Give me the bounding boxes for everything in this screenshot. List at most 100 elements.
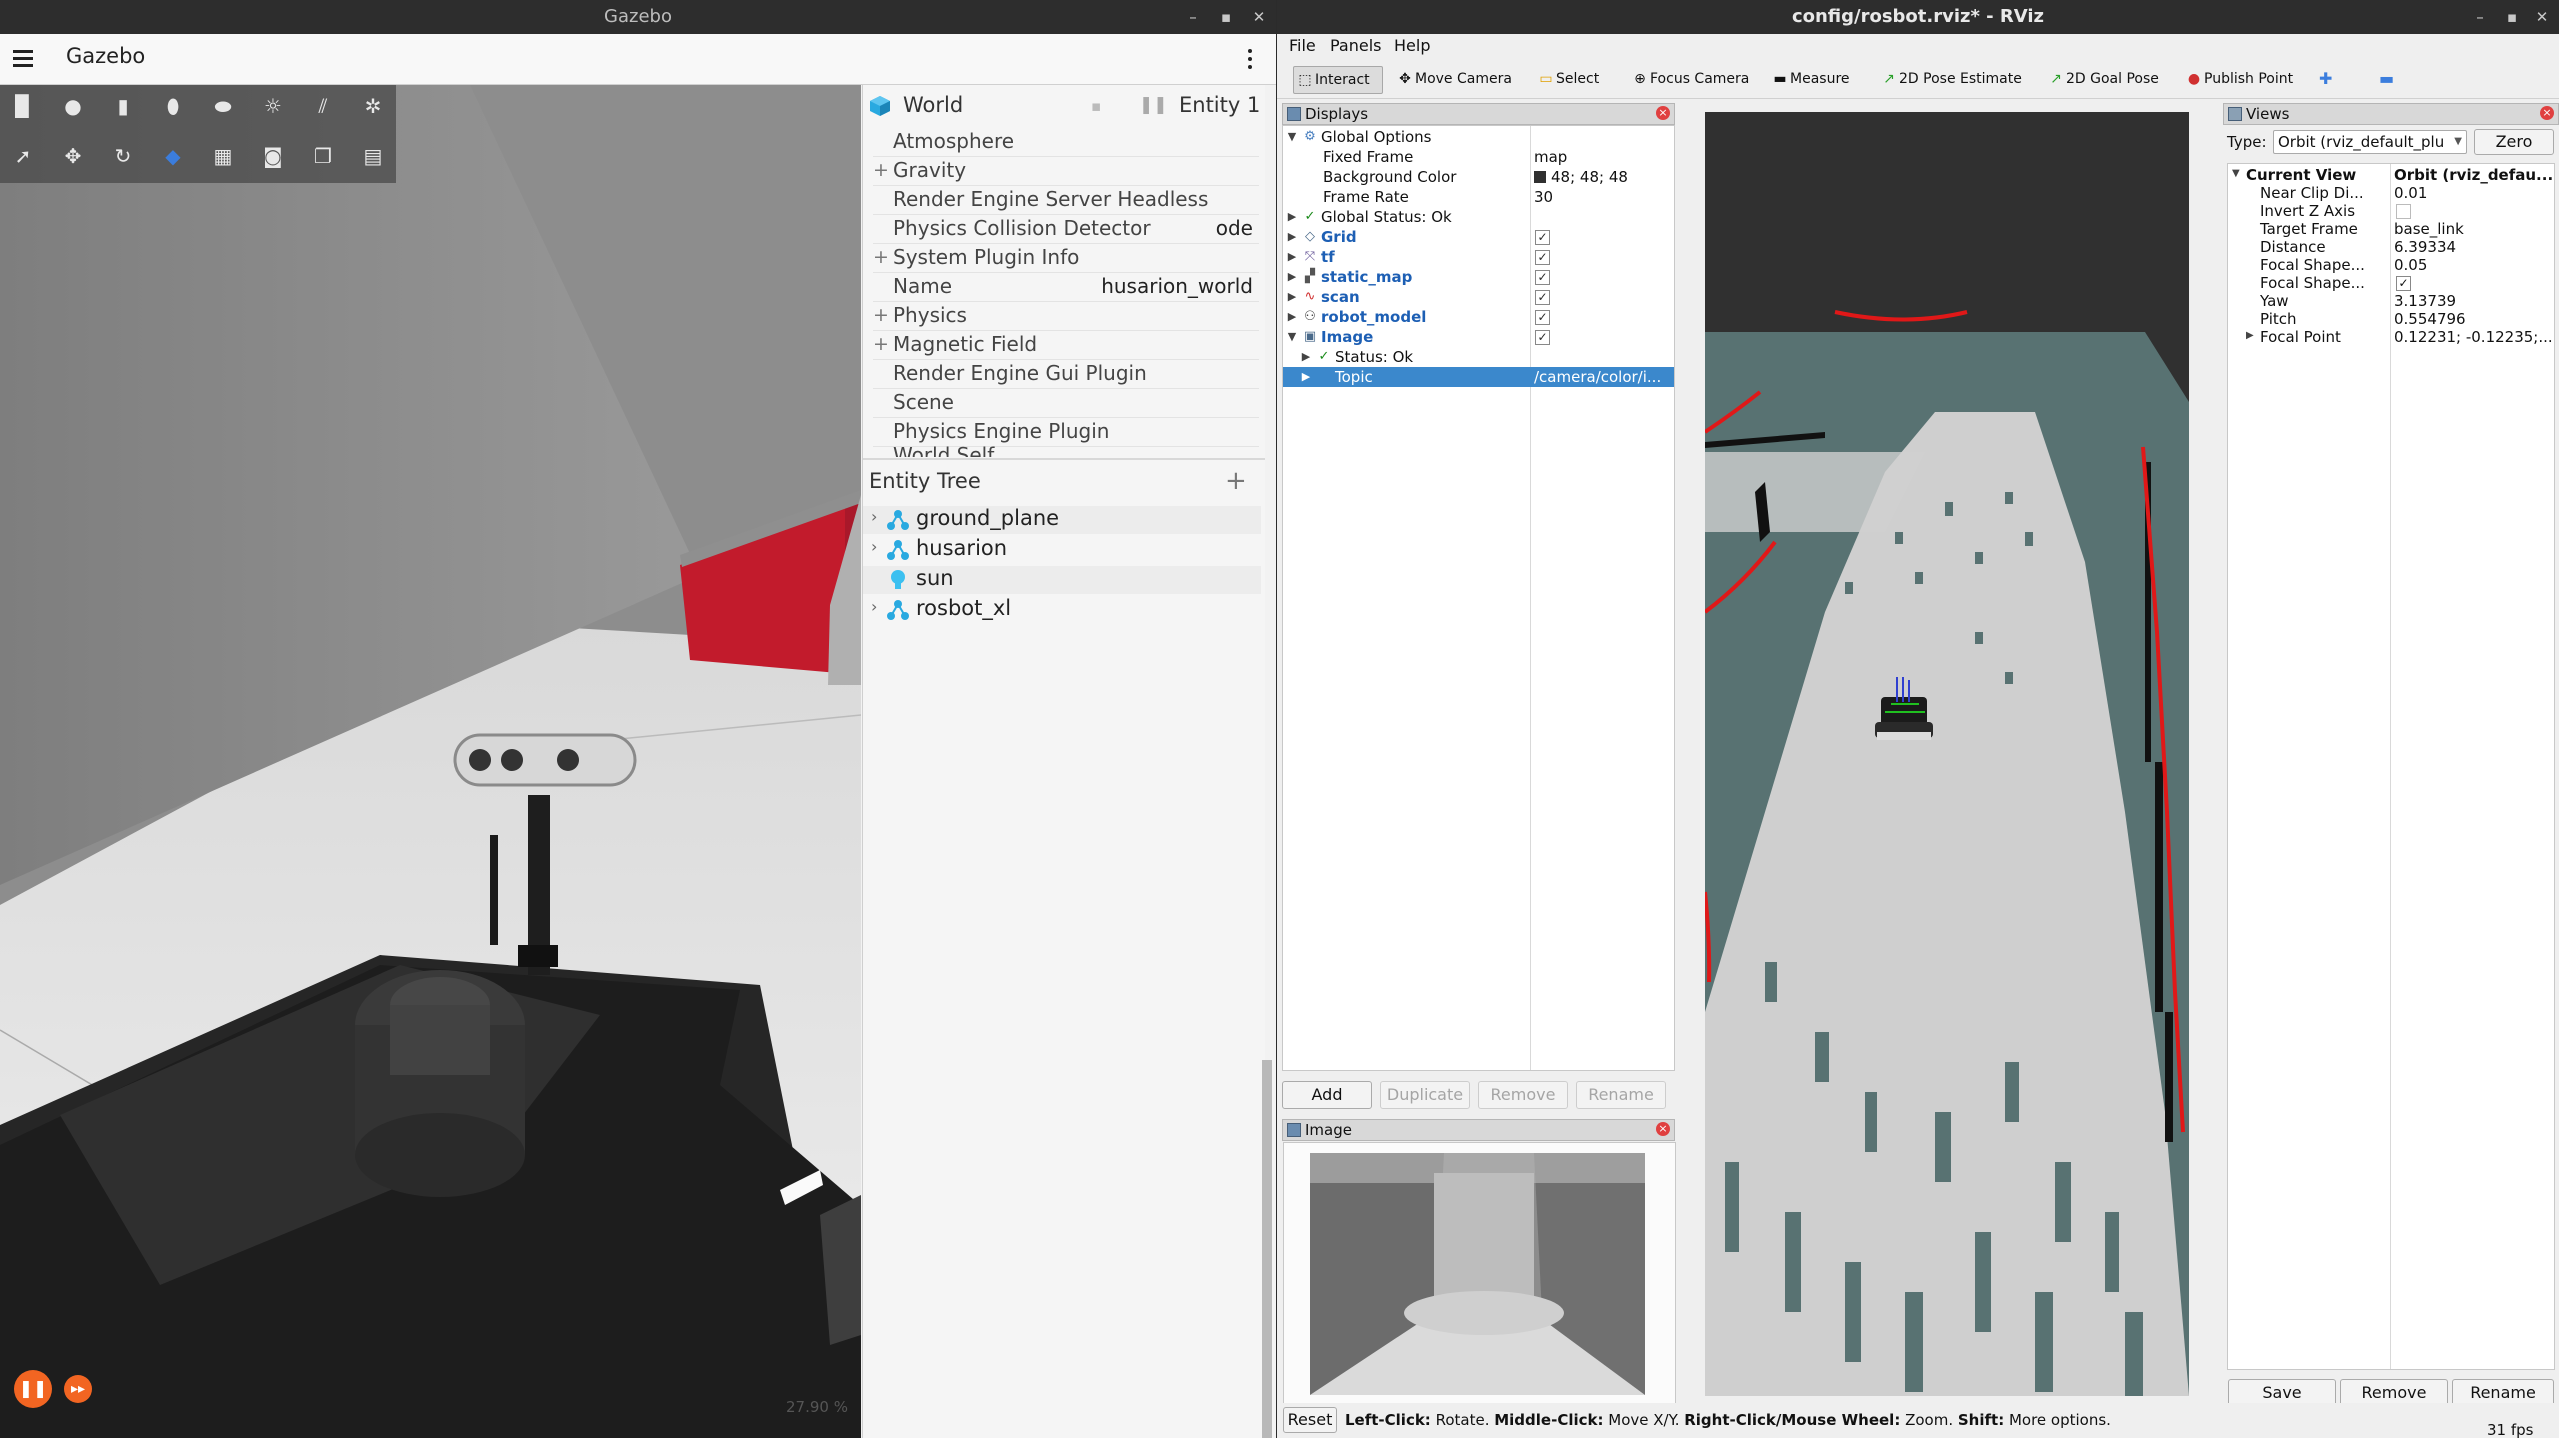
tree-row-focal-shape-size[interactable]: Focal Shape... 0.05 [2228, 256, 2558, 274]
invert-z-checkbox[interactable] [2396, 204, 2411, 219]
rviz-3d-view[interactable] [1705, 112, 2189, 1396]
select-icon[interactable]: ➚ [8, 141, 38, 171]
menu-help[interactable]: Help [1394, 36, 1430, 55]
expand-icon[interactable]: + [873, 159, 889, 181]
enable-checkbox[interactable]: ✓ [1535, 270, 1550, 285]
step-forward-button[interactable]: ▸▸ [64, 1375, 92, 1403]
tree-row-scan[interactable]: ▶ ∿ scan ✓ [1283, 287, 1674, 307]
zero-button[interactable]: Zero [2474, 129, 2554, 155]
chevron-right-icon[interactable]: ▶ [1285, 290, 1299, 303]
tool-interact[interactable]: ⬚ Interact [1293, 66, 1383, 94]
add-tool-icon[interactable]: ✚ [2315, 66, 2336, 92]
snap-icon[interactable]: ◆ [158, 141, 188, 171]
close-panel-icon[interactable]: × [1656, 106, 1670, 120]
tree-row-focal-point[interactable]: ▶ Focal Point 0.12231; -0.12235;... [2228, 328, 2558, 346]
cylinder-icon[interactable]: ▮ [108, 91, 138, 121]
enable-checkbox[interactable]: ✓ [1535, 330, 1550, 345]
chevron-right-icon[interactable]: ▶ [2246, 330, 2254, 341]
capsule-icon[interactable]: ⬮ [158, 91, 188, 121]
tree-row-invert-z[interactable]: Invert Z Axis [2228, 202, 2558, 220]
tree-row-yaw[interactable]: Yaw 3.13739 [2228, 292, 2558, 310]
panel-divider[interactable] [863, 458, 1265, 460]
ellipsoid-icon[interactable]: ⬬ [208, 91, 238, 121]
grid-icon[interactable]: ▦ [208, 141, 238, 171]
tree-row-grid[interactable]: ▶ ◇ Grid ✓ [1283, 227, 1674, 247]
chevron-down-icon[interactable]: ▼ [1285, 330, 1299, 343]
tree-row-static-map[interactable]: ▶ ▞ static_map ✓ [1283, 267, 1674, 287]
property-render-engine-gui[interactable]: Render Engine Gui Plugin [873, 360, 1259, 389]
minimize-button[interactable]: – [2467, 4, 2493, 30]
property-name[interactable]: Name husarion_world [873, 273, 1259, 302]
translate-icon[interactable]: ✥ [58, 141, 88, 171]
tree-row-global-status[interactable]: ▶ ✓ Global Status: Ok [1283, 207, 1674, 227]
remove-button[interactable]: Remove [1478, 1081, 1568, 1109]
rviz-titlebar[interactable]: config/rosbot.rviz* - RViz – ▪ ✕ [1277, 0, 2559, 34]
add-entity-icon[interactable]: + [1225, 466, 1247, 496]
chevron-down-icon[interactable]: ▼ [2232, 168, 2240, 179]
tree-row-current-view[interactable]: ▼ Current View Orbit (rviz_defau... [2228, 166, 2558, 184]
chevron-right-icon[interactable]: › [871, 537, 885, 556]
chevron-right-icon[interactable]: ▶ [1285, 230, 1299, 243]
directional-light-icon[interactable]: ⫽ [308, 91, 338, 121]
gazebo-titlebar[interactable]: Gazebo – ▪ ✕ [0, 0, 1276, 34]
point-light-icon[interactable]: ☼ [258, 91, 288, 121]
color-swatch[interactable] [1534, 171, 1546, 183]
close-button[interactable]: ✕ [1246, 4, 1272, 30]
duplicate-button[interactable]: Duplicate [1380, 1081, 1470, 1109]
paste-icon[interactable]: ▤ [358, 141, 388, 171]
add-button[interactable]: Add [1282, 1081, 1372, 1109]
gazebo-3d-viewport[interactable] [0, 85, 861, 1438]
tree-row-background-color[interactable]: Background Color 48; 48; 48 [1283, 167, 1674, 187]
rotate-icon[interactable]: ↻ [108, 141, 138, 171]
menu-panels[interactable]: Panels [1330, 36, 1382, 55]
tree-row-frame-rate[interactable]: Frame Rate 30 [1283, 187, 1674, 207]
property-physics[interactable]: + Physics [873, 302, 1259, 331]
chevron-down-icon[interactable]: ▼ [1285, 130, 1299, 143]
box-icon[interactable]: ▉ [8, 91, 38, 121]
enable-checkbox[interactable]: ✓ [1535, 230, 1550, 245]
tool-select[interactable]: ▭ Select [1535, 66, 1603, 92]
close-panel-icon[interactable]: × [1656, 1122, 1670, 1136]
chevron-right-icon[interactable]: ▶ [1285, 250, 1299, 263]
rename-button[interactable]: Rename [1576, 1081, 1666, 1109]
hamburger-menu-icon[interactable] [8, 43, 38, 73]
expand-icon[interactable]: + [873, 304, 889, 326]
close-panel-icon[interactable]: × [2540, 106, 2554, 120]
tree-row-distance[interactable]: Distance 6.39334 [2228, 238, 2558, 256]
enable-checkbox[interactable]: ✓ [1535, 290, 1550, 305]
tree-item-ground-plane[interactable]: › ground_plane [863, 506, 1261, 534]
remove-tool-icon[interactable]: ▬ [2375, 66, 2398, 92]
minimize-button[interactable]: – [1180, 4, 1206, 30]
more-options-icon[interactable] [1240, 44, 1260, 74]
chevron-right-icon[interactable]: ▶ [1285, 270, 1299, 283]
lock-icon[interactable]: ▪ [1091, 97, 1107, 115]
pause-button[interactable]: ❚❚ [14, 1370, 52, 1408]
tree-row-image-status[interactable]: ▶ ✓ Status: Ok [1283, 347, 1674, 367]
chevron-right-icon[interactable]: › [871, 507, 885, 526]
close-button[interactable]: ✕ [2529, 4, 2555, 30]
copy-icon[interactable]: ❐ [308, 141, 338, 171]
sphere-icon[interactable]: ● [58, 91, 88, 121]
tool-publish-point[interactable]: ● Publish Point [2183, 66, 2297, 92]
tree-row-global-options[interactable]: ▼ ⚙ Global Options [1283, 127, 1674, 147]
tree-row-near-clip[interactable]: Near Clip Di... 0.01 [2228, 184, 2558, 202]
tree-row-pitch[interactable]: Pitch 0.554796 [2228, 310, 2558, 328]
maximize-button[interactable]: ▪ [2499, 4, 2525, 30]
expand-icon[interactable]: + [873, 333, 889, 355]
property-render-engine-server[interactable]: Render Engine Server Headless [873, 186, 1259, 215]
focal-shape-checkbox[interactable]: ✓ [2396, 276, 2411, 291]
property-atmosphere[interactable]: Atmosphere [873, 128, 1259, 157]
tree-item-husarion[interactable]: › husarion [863, 536, 1261, 564]
screenshot-icon[interactable]: ◙ [258, 141, 288, 171]
pause-icon[interactable]: ❚❚ [1139, 95, 1168, 115]
tool-focus-camera[interactable]: ⊕ Focus Camera [1629, 66, 1753, 92]
chevron-right-icon[interactable]: ▶ [1285, 310, 1299, 323]
property-collision-detector[interactable]: Physics Collision Detector ode [873, 215, 1259, 244]
chevron-right-icon[interactable]: ▶ [1299, 350, 1313, 363]
tree-row-focal-shape-fixed[interactable]: Focal Shape... ✓ [2228, 274, 2558, 292]
tree-row-target-frame[interactable]: Target Frame base_link [2228, 220, 2558, 238]
property-scene[interactable]: Scene [873, 389, 1259, 418]
scrollbar[interactable] [1262, 1060, 1272, 1438]
tree-item-sun[interactable]: sun [863, 566, 1261, 594]
tool-2d-goal-pose[interactable]: ↗ 2D Goal Pose [2045, 66, 2163, 92]
